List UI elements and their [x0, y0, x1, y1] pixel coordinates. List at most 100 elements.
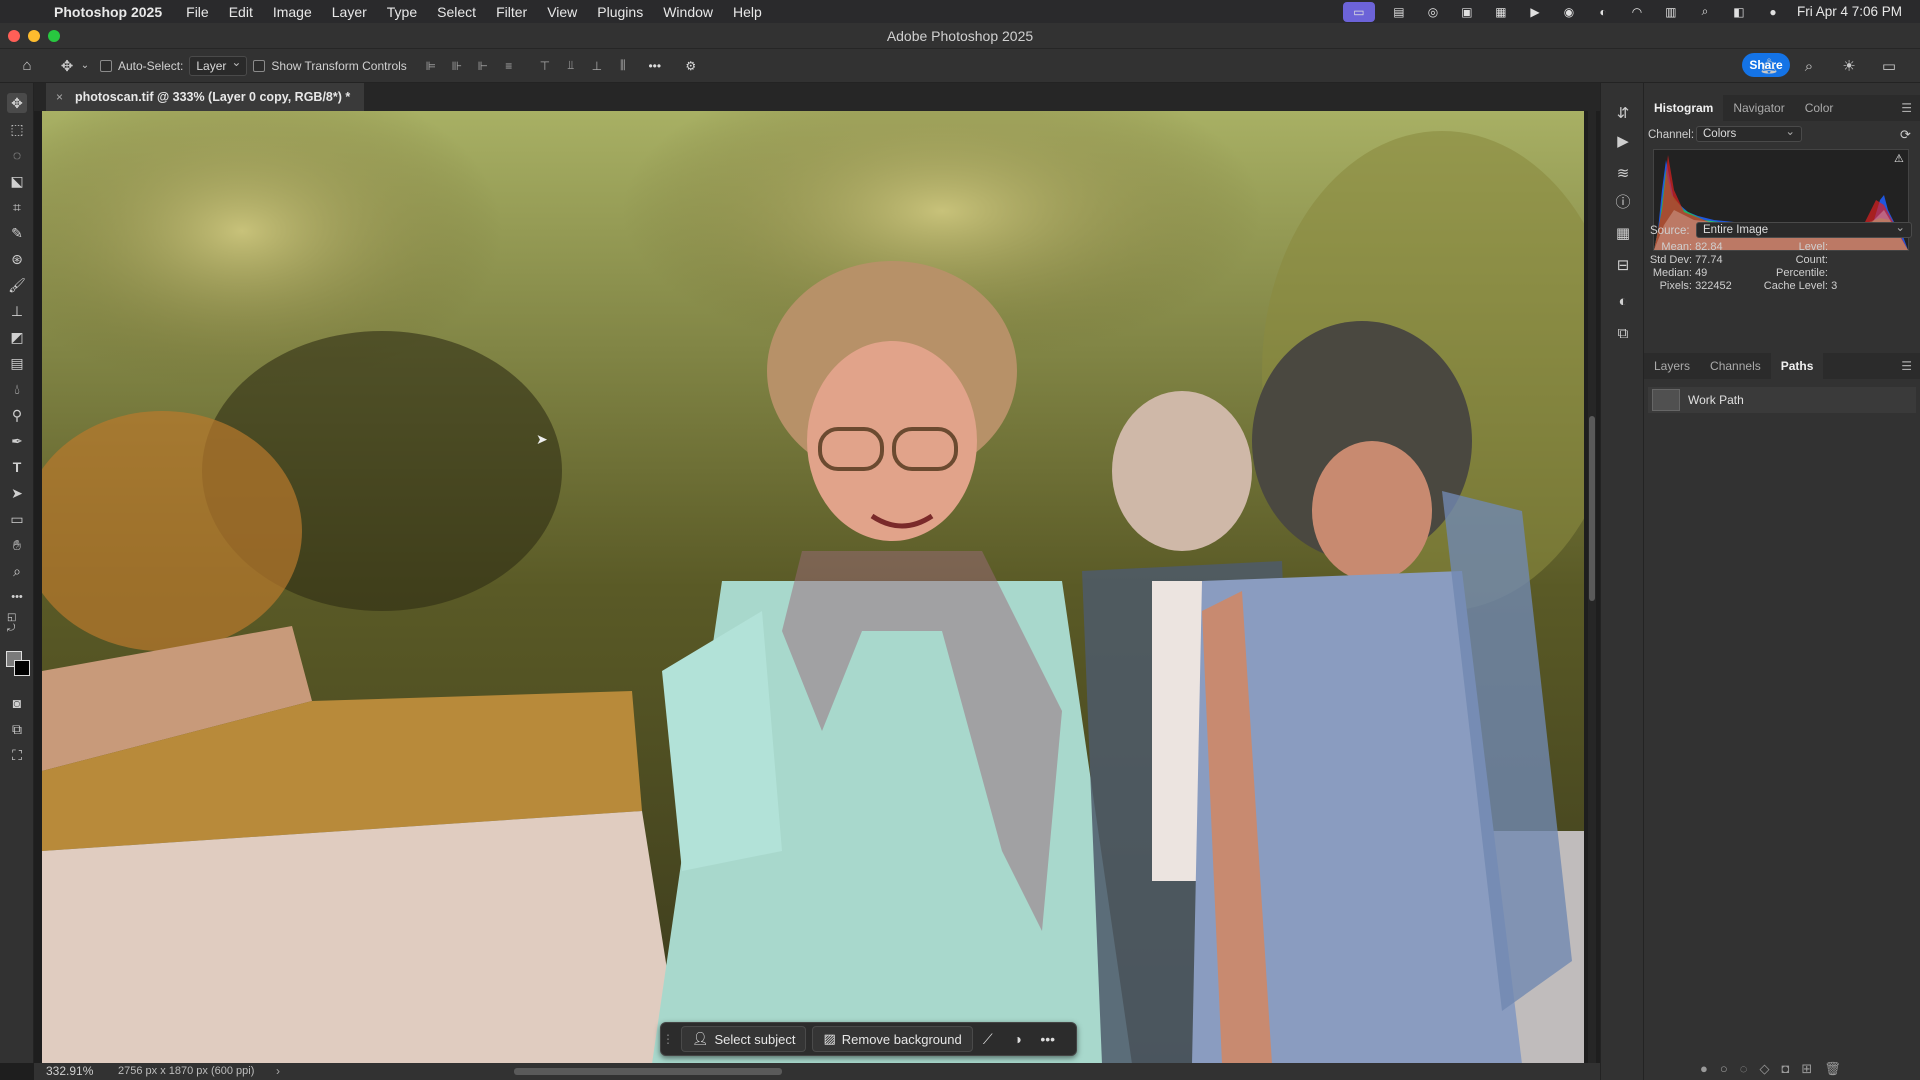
- align-middle-v-icon[interactable]: ⫫: [561, 57, 581, 75]
- home-icon[interactable]: ⌂: [14, 54, 40, 78]
- eraser-tool-icon[interactable]: ◩: [7, 327, 27, 347]
- tab-channels[interactable]: Channels: [1700, 353, 1771, 379]
- control-center-icon[interactable]: ◧: [1729, 5, 1749, 19]
- actions-play-icon[interactable]: ▶: [1613, 131, 1633, 151]
- generative-tool-icon[interactable]: ⛶: [7, 745, 27, 765]
- menu-select[interactable]: Select: [427, 4, 486, 20]
- horizontal-scroll-thumb[interactable]: [514, 1068, 782, 1075]
- stroke-path-icon[interactable]: ○: [1720, 1061, 1728, 1077]
- table-icon[interactable]: ▦: [1613, 223, 1633, 243]
- path-selection-tool-icon[interactable]: ➤: [7, 483, 27, 503]
- align-right-icon[interactable]: ⊩: [473, 57, 493, 75]
- select-subject-button[interactable]: 👤︎ Select subject: [681, 1026, 807, 1052]
- add-mask-icon[interactable]: ◘: [1781, 1061, 1789, 1077]
- chevron-right-icon[interactable]: ›: [276, 1064, 280, 1078]
- info-icon[interactable]: ⓘ: [1613, 191, 1633, 211]
- drag-handle-icon[interactable]: ⋮: [661, 1032, 675, 1046]
- menu-plugins[interactable]: Plugins: [587, 4, 653, 20]
- eyedropper-tool-icon[interactable]: ✎: [7, 223, 27, 243]
- display-icon[interactable]: ▤: [1389, 5, 1409, 19]
- marquee-tool-icon[interactable]: ⬚: [7, 119, 27, 139]
- distribute-h-icon[interactable]: ≡: [499, 57, 519, 75]
- clone-stamp-tool-icon[interactable]: ⊥: [7, 301, 27, 321]
- tab-paths[interactable]: Paths: [1770, 353, 1824, 379]
- chevron-down-icon[interactable]: ⌄: [80, 54, 90, 78]
- tab-layers[interactable]: Layers: [1644, 353, 1700, 379]
- list-item[interactable]: Work Path: [1648, 387, 1916, 413]
- make-work-path-icon[interactable]: ◇: [1759, 1061, 1769, 1077]
- panel-menu-icon[interactable]: ☰: [1901, 101, 1912, 115]
- align-center-h-icon[interactable]: ⊪: [447, 57, 467, 75]
- menu-file[interactable]: File: [176, 4, 219, 20]
- properties-icon[interactable]: ⊟: [1613, 255, 1633, 275]
- refresh-icon[interactable]: ⟳: [1900, 127, 1911, 143]
- menu-edit[interactable]: Edit: [219, 4, 263, 20]
- siri-icon[interactable]: ●: [1763, 5, 1783, 19]
- document-tab[interactable]: × photoscan.tif @ 333% (Layer 0 copy, RG…: [46, 83, 365, 111]
- creative-cloud-icon[interactable]: ◎: [1423, 5, 1443, 19]
- default-colors-icon[interactable]: ◱ ⤾: [7, 612, 27, 634]
- auto-select-checkbox[interactable]: [100, 59, 112, 72]
- remove-background-button[interactable]: ▨ Remove background: [812, 1026, 973, 1052]
- pen-path-icon[interactable]: ⟋: [973, 1031, 1003, 1048]
- discover-light-icon[interactable]: ☀: [1836, 54, 1862, 78]
- menu-app-name[interactable]: Photoshop 2025: [42, 4, 176, 20]
- source-dropdown[interactable]: Entire Image: [1696, 220, 1912, 238]
- panel-menu-icon[interactable]: ☰: [1901, 359, 1912, 373]
- align-bottom-icon[interactable]: ⊥: [587, 57, 607, 75]
- close-document-icon[interactable]: ×: [56, 90, 63, 104]
- menu-type[interactable]: Type: [377, 4, 427, 20]
- delete-path-icon[interactable]: 🗑︎: [1824, 1061, 1841, 1077]
- menu-filter[interactable]: Filter: [486, 4, 537, 20]
- zoom-tool-icon[interactable]: ⌕: [7, 561, 27, 581]
- vertical-scrollbar[interactable]: [1588, 111, 1596, 1064]
- sync-icon[interactable]: ◉: [1559, 5, 1579, 19]
- new-path-icon[interactable]: ⊞: [1801, 1061, 1812, 1077]
- load-selection-icon[interactable]: ◌: [1740, 1061, 1748, 1077]
- menu-window[interactable]: Window: [653, 4, 723, 20]
- menu-layer[interactable]: Layer: [322, 4, 377, 20]
- pen-tool-icon[interactable]: ✒: [7, 431, 27, 451]
- warning-icon[interactable]: ⚠: [1894, 152, 1904, 165]
- more-options-icon[interactable]: •••: [645, 57, 665, 75]
- clipboard-icon[interactable]: ▦: [1491, 5, 1511, 19]
- fill-path-icon[interactable]: ●: [1700, 1061, 1708, 1077]
- styles-icon[interactable]: ◐: [1613, 291, 1633, 311]
- wifi-icon[interactable]: ◠: [1627, 5, 1647, 19]
- camera-icon[interactable]: ▶: [1525, 5, 1545, 19]
- document-canvas[interactable]: ➤: [42, 111, 1584, 1064]
- battery-saver-icon[interactable]: ▣: [1457, 5, 1477, 19]
- lasso-tool-icon[interactable]: ◌: [7, 145, 27, 165]
- dodge-tool-icon[interactable]: ⚲: [7, 405, 27, 425]
- more-options-icon[interactable]: •••: [1033, 1031, 1063, 1047]
- adjustment-icon[interactable]: ◑: [1003, 1031, 1033, 1047]
- type-tool-icon[interactable]: T: [7, 457, 27, 477]
- crop-tool-icon[interactable]: ⌗: [7, 197, 27, 217]
- screen-share-icon[interactable]: ▭: [1342, 1, 1375, 22]
- object-selection-tool-icon[interactable]: ⬕: [7, 171, 27, 191]
- keyboard-icon[interactable]: ▥: [1661, 5, 1681, 19]
- align-left-icon[interactable]: ⊫: [421, 57, 441, 75]
- more-tools-icon[interactable]: •••: [7, 587, 27, 607]
- menubar-clock[interactable]: Fri Apr 4 7:06 PM: [1797, 4, 1902, 19]
- menu-help[interactable]: Help: [723, 4, 772, 20]
- channel-dropdown[interactable]: Colors: [1696, 124, 1802, 142]
- move-tool-preset-icon[interactable]: ✥: [54, 54, 80, 78]
- tab-color[interactable]: Color: [1795, 95, 1844, 121]
- tab-histogram[interactable]: Histogram: [1644, 95, 1724, 121]
- brush-tool-icon[interactable]: 🖌︎: [7, 275, 27, 295]
- search-icon[interactable]: ⌕: [1796, 54, 1822, 78]
- move-tool-icon[interactable]: ✥: [7, 93, 27, 113]
- blur-tool-icon[interactable]: 💧︎: [7, 379, 27, 399]
- bell-icon[interactable]: 🔔︎: [1756, 54, 1782, 78]
- workspace-icon[interactable]: ▭: [1876, 54, 1902, 78]
- menu-view[interactable]: View: [537, 4, 587, 20]
- rectangle-tool-icon[interactable]: ▭: [7, 509, 27, 529]
- screen-mode-icon[interactable]: ⧉: [7, 719, 27, 739]
- spot-healing-tool-icon[interactable]: ⊛: [7, 249, 27, 269]
- spotlight-search-icon[interactable]: ⌕: [1695, 4, 1715, 19]
- podcast-icon[interactable]: ◐: [1593, 5, 1613, 19]
- tab-navigator[interactable]: Navigator: [1723, 95, 1794, 121]
- distribute-v-icon[interactable]: ⫼: [613, 57, 633, 75]
- gear-icon[interactable]: ⚙: [681, 57, 701, 75]
